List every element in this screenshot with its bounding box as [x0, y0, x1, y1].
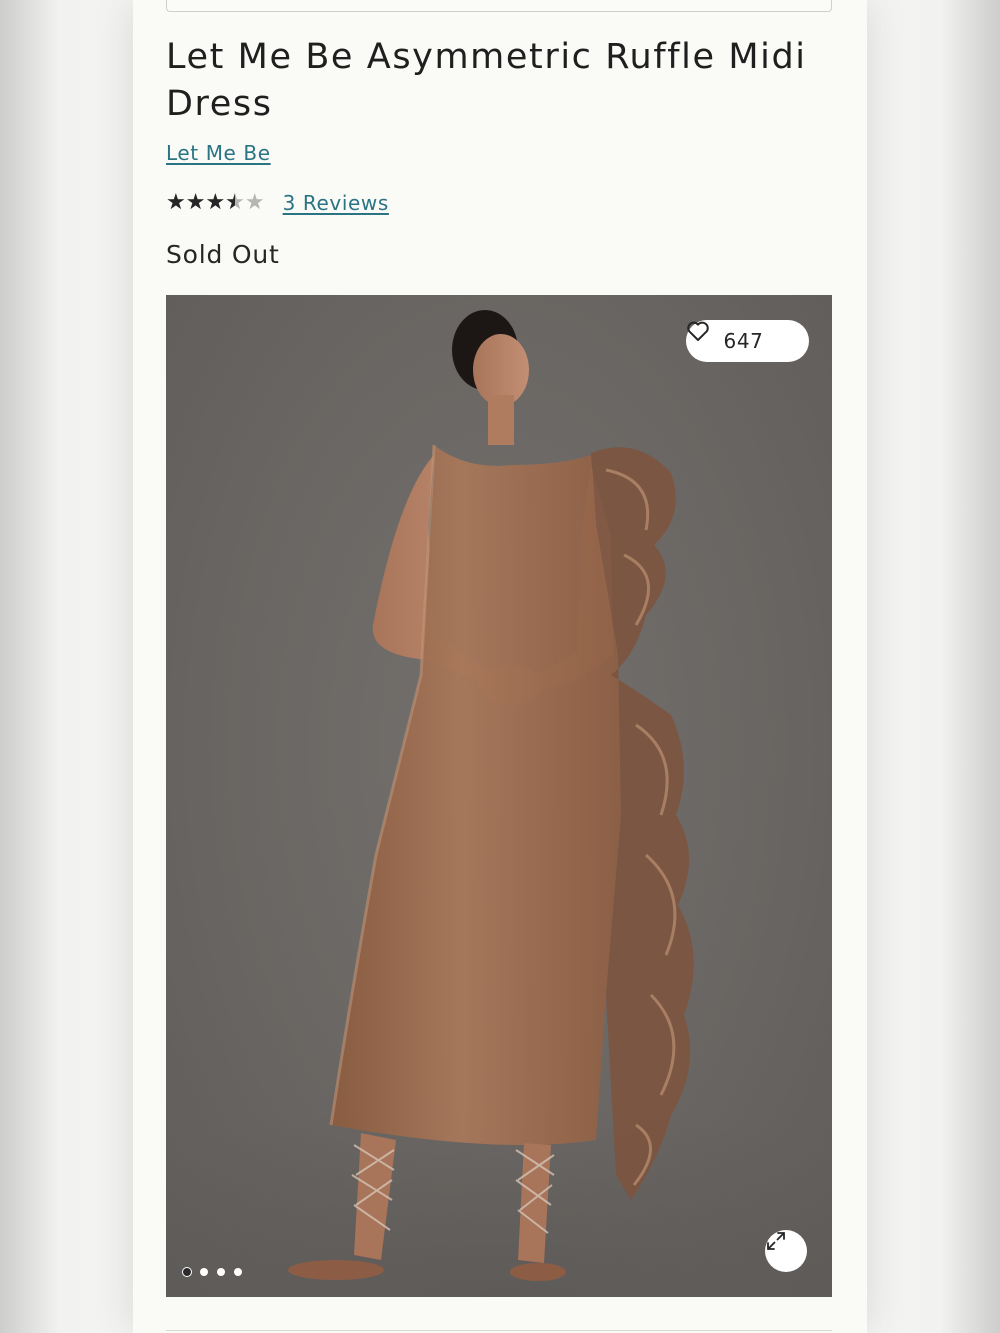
carousel-dot[interactable]: [217, 1268, 225, 1276]
wishlist-button[interactable]: 647: [686, 320, 809, 362]
stars-filled-icon: ★★★★★: [166, 190, 236, 215]
expand-icon: [767, 1232, 785, 1250]
product-photo: [166, 310, 832, 1297]
carousel-dot[interactable]: [234, 1268, 242, 1276]
product-image-gallery[interactable]: 647: [166, 295, 832, 1297]
brand-link[interactable]: Let Me Be: [166, 141, 271, 165]
carousel-dot[interactable]: [183, 1268, 191, 1276]
top-field-edge[interactable]: [166, 0, 832, 12]
section-divider: [166, 1330, 832, 1331]
rating-row: ★★★★★ ★★★★★ 3 Reviews: [166, 188, 389, 218]
product-page: Let Me Be Asymmetric Ruffle Midi Dress L…: [133, 0, 867, 1333]
heart-icon: [687, 321, 709, 341]
reviews-link[interactable]: 3 Reviews: [283, 191, 389, 215]
like-count: 647: [723, 329, 764, 353]
carousel-dots[interactable]: [183, 1268, 242, 1276]
availability-status: Sold Out: [166, 240, 280, 269]
carousel-dot[interactable]: [200, 1268, 208, 1276]
star-rating: ★★★★★ ★★★★★: [166, 188, 265, 218]
expand-image-button[interactable]: [765, 1230, 807, 1272]
product-title: Let Me Be Asymmetric Ruffle Midi Dress: [166, 37, 807, 124]
